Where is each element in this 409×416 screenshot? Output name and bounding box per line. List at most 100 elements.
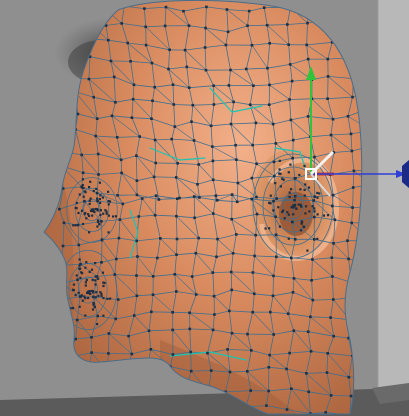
mesh-vertex[interactable]: [274, 233, 278, 237]
mesh-vertex[interactable]: [250, 43, 254, 47]
mesh-vertex[interactable]: [330, 256, 334, 259]
mesh-vertex[interactable]: [254, 233, 257, 237]
mesh-vertex[interactable]: [211, 178, 215, 182]
mesh-vertex[interactable]: [235, 200, 239, 204]
mesh-vertex[interactable]: [251, 143, 254, 147]
mesh-vertex[interactable]: [349, 132, 353, 136]
mesh-vertex[interactable]: [285, 367, 288, 371]
mesh-vertex[interactable]: [80, 271, 83, 274]
mesh-vertex[interactable]: [250, 349, 253, 352]
mesh-vertex[interactable]: [99, 201, 102, 204]
mesh-vertex[interactable]: [151, 99, 154, 103]
mesh-vertex[interactable]: [117, 236, 121, 240]
mesh-vertex[interactable]: [78, 305, 81, 308]
mesh-vertex[interactable]: [99, 209, 102, 212]
mesh-vertex[interactable]: [350, 149, 354, 153]
mesh-vertex[interactable]: [264, 227, 267, 230]
mesh-vertex[interactable]: [154, 194, 158, 197]
mesh-vertex[interactable]: [281, 177, 284, 180]
mesh-vertex[interactable]: [274, 215, 277, 219]
mesh-vertex[interactable]: [246, 370, 249, 373]
mesh-vertex[interactable]: [167, 67, 170, 71]
mesh-vertex[interactable]: [306, 330, 310, 333]
mesh-vertex[interactable]: [85, 261, 88, 264]
mesh-vertex[interactable]: [103, 281, 106, 285]
mesh-vertex[interactable]: [76, 278, 79, 281]
mesh-vertex[interactable]: [130, 352, 134, 356]
mesh-vertex[interactable]: [151, 293, 155, 296]
mesh-vertex[interactable]: [100, 239, 103, 242]
mesh-vertex[interactable]: [93, 305, 96, 308]
mesh-vertex[interactable]: [77, 291, 80, 294]
mesh-vertex[interactable]: [293, 238, 297, 241]
mesh-vertex[interactable]: [95, 117, 99, 120]
mesh-vertex[interactable]: [228, 370, 232, 374]
mesh-vertex[interactable]: [232, 100, 235, 104]
mesh-vertex[interactable]: [211, 271, 215, 274]
mesh-vertex[interactable]: [285, 408, 289, 411]
mesh-vertex[interactable]: [286, 23, 289, 26]
mesh-vertex[interactable]: [106, 297, 109, 300]
mesh-vertex[interactable]: [292, 329, 296, 332]
mesh-vertex[interactable]: [156, 256, 159, 260]
mesh-vertex[interactable]: [144, 43, 148, 47]
mesh-vertex[interactable]: [346, 115, 350, 118]
mesh-vertex[interactable]: [120, 171, 123, 175]
mesh-vertex[interactable]: [96, 152, 100, 156]
mesh-vertex[interactable]: [215, 199, 219, 202]
mesh-vertex[interactable]: [78, 193, 81, 196]
mesh-vertex[interactable]: [96, 209, 99, 212]
mesh-vertex[interactable]: [267, 389, 270, 393]
mesh-vertex[interactable]: [153, 213, 157, 217]
mesh-vertex[interactable]: [272, 274, 275, 278]
mesh-vertex[interactable]: [87, 77, 91, 81]
mesh-vertex[interactable]: [299, 229, 303, 232]
mesh-vertex[interactable]: [105, 212, 108, 215]
mesh-vertex[interactable]: [192, 139, 196, 142]
mesh-vertex[interactable]: [286, 312, 290, 315]
mesh-vertex[interactable]: [209, 369, 213, 372]
mesh-vertex[interactable]: [299, 188, 302, 191]
mesh-vertex[interactable]: [292, 277, 296, 280]
mesh-vertex[interactable]: [102, 297, 105, 300]
mesh-vertex[interactable]: [94, 134, 97, 138]
mesh-vertex[interactable]: [269, 194, 272, 197]
mesh-vertex[interactable]: [352, 169, 356, 173]
mesh-vertex[interactable]: [189, 350, 192, 354]
mesh-vertex[interactable]: [109, 59, 113, 63]
mesh-vertex[interactable]: [288, 351, 291, 355]
mesh-vertex[interactable]: [101, 271, 104, 274]
mesh-vertex[interactable]: [135, 193, 139, 197]
mesh-vertex[interactable]: [350, 221, 353, 225]
mesh-vertex[interactable]: [322, 214, 325, 217]
mesh-vertex[interactable]: [170, 137, 173, 141]
mesh-vertex[interactable]: [316, 191, 319, 194]
mesh-vertex[interactable]: [230, 288, 233, 292]
mesh-vertex[interactable]: [187, 24, 191, 27]
mesh-vertex[interactable]: [206, 351, 209, 355]
mesh-vertex[interactable]: [97, 294, 100, 297]
mesh-vertex[interactable]: [74, 224, 77, 227]
mesh-vertex[interactable]: [82, 195, 85, 198]
mesh-vertex[interactable]: [72, 289, 75, 292]
mesh-vertex[interactable]: [332, 242, 335, 245]
mesh-vertex[interactable]: [116, 194, 119, 197]
mesh-vertex[interactable]: [332, 334, 335, 338]
mesh-vertex[interactable]: [91, 308, 95, 311]
mesh-vertex[interactable]: [231, 252, 235, 255]
mesh-vertex[interactable]: [269, 202, 272, 205]
mesh-vertex[interactable]: [150, 61, 154, 65]
mesh-vertex[interactable]: [211, 328, 215, 332]
mesh-vertex[interactable]: [94, 283, 97, 286]
mesh-vertex[interactable]: [84, 297, 87, 300]
mesh-vertex[interactable]: [292, 213, 295, 216]
mesh-vertex[interactable]: [229, 122, 233, 126]
mesh-vertex[interactable]: [235, 233, 238, 236]
mesh-vertex[interactable]: [92, 189, 95, 193]
mesh-vertex[interactable]: [91, 214, 94, 217]
mesh-vertex[interactable]: [126, 41, 129, 45]
mesh-vertex[interactable]: [88, 186, 91, 189]
mesh-vertex[interactable]: [114, 317, 117, 321]
mesh-vertex[interactable]: [171, 83, 175, 86]
mesh-vertex[interactable]: [305, 43, 308, 47]
